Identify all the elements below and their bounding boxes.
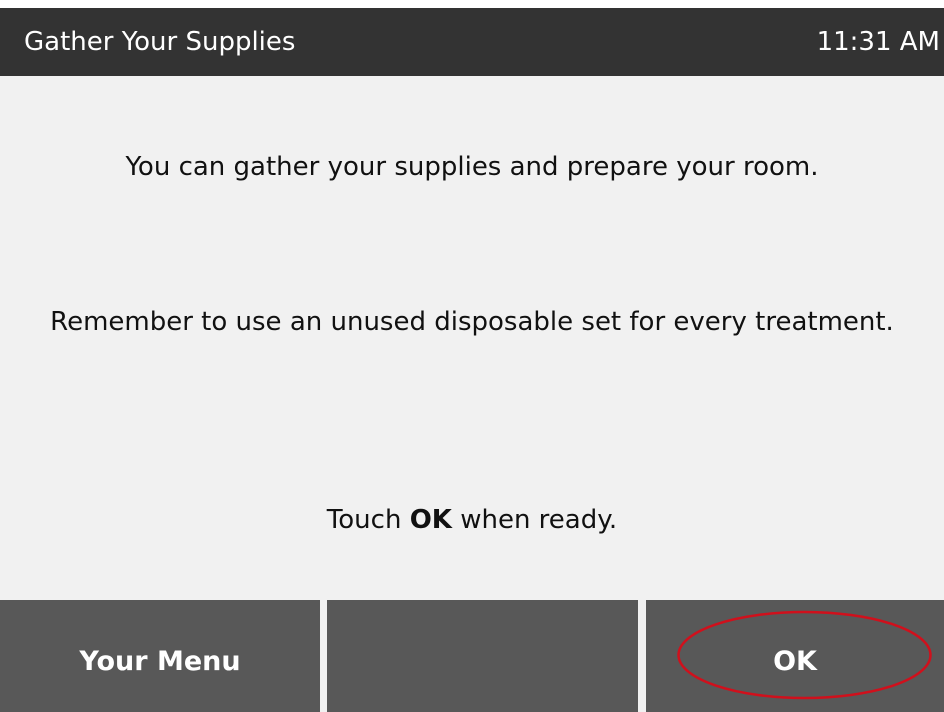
empty-softkey-button[interactable] [327,600,638,712]
message-line-3-suffix: when ready. [451,505,618,535]
message-line-3: Touch OK when ready. [40,499,904,541]
ok-button[interactable]: OK [646,600,944,712]
message-line-2: Remember to use an unused disposable set… [50,307,894,337]
message-area: You can gather your supplies and prepare… [0,76,944,600]
message-line-3-bold: OK [409,505,452,535]
device-screen: Gather Your Supplies 11:31 AM You can ga… [0,0,944,712]
page-title: Gather Your Supplies [24,27,296,57]
header-bar: Gather Your Supplies 11:31 AM [0,8,944,76]
top-strip [0,0,944,8]
your-menu-button[interactable]: Your Menu [0,600,320,712]
clock: 11:31 AM [816,27,940,57]
footer-bar: Your Menu OK [0,600,944,712]
message-line-1: You can gather your supplies and prepare… [125,152,819,182]
message-line-3-prefix: Touch [326,505,410,535]
